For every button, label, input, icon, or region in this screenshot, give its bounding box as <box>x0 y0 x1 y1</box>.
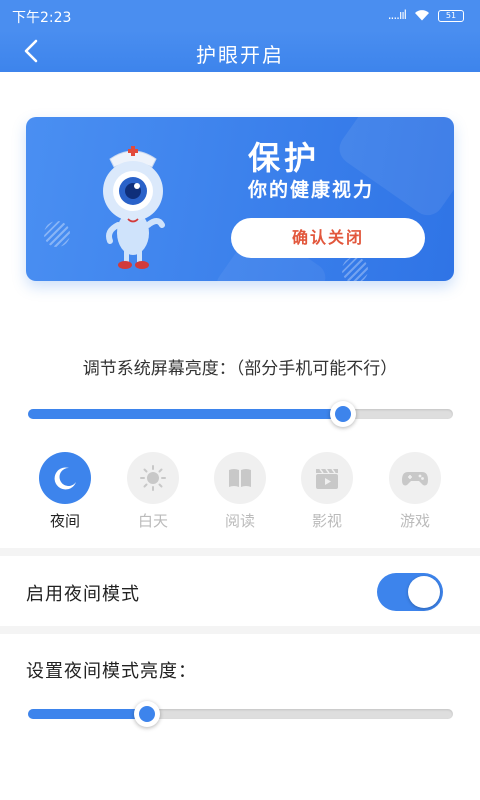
night-brightness-label: 设置夜间模式亮度： <box>26 661 197 682</box>
mode-icon-circle <box>301 452 353 504</box>
mode-label: 阅读 <box>224 512 255 530</box>
section-divider <box>0 548 480 556</box>
mode-label: 影视 <box>311 512 342 530</box>
night-brightness-slider[interactable] <box>28 701 453 727</box>
banner-dot-pattern <box>44 221 70 247</box>
night-mode-toggle[interactable] <box>377 573 443 611</box>
banner-decoration <box>333 117 454 222</box>
banner-dot-pattern <box>342 257 368 281</box>
mode-icon-circle <box>214 452 266 504</box>
sun-icon <box>140 465 166 491</box>
mode-night[interactable]: 夜间 <box>30 452 100 534</box>
banner-headline: 保护 <box>248 139 321 177</box>
mode-label: 游戏 <box>399 512 430 530</box>
night-mode-label: 启用夜间模式 <box>26 584 140 605</box>
gamepad-icon <box>402 472 428 486</box>
mode-label: 夜间 <box>49 512 80 530</box>
mode-icon-circle <box>127 452 179 504</box>
section-divider <box>0 626 480 634</box>
clapperboard-icon <box>316 468 338 489</box>
mode-reading[interactable]: 阅读 <box>205 452 275 534</box>
mode-selector: 夜间 白天 阅读 影视 游戏 <box>30 452 450 534</box>
slider-thumb[interactable] <box>330 401 356 427</box>
status-bar: 下午2:23 ....ııl 51 <box>0 0 480 30</box>
signal-icon: ....ııl <box>387 8 407 22</box>
slider-thumb[interactable] <box>134 701 160 727</box>
status-time: 下午2:23 <box>12 10 72 26</box>
wifi-icon <box>415 10 429 21</box>
banner-subline: 你的健康视力 <box>248 179 375 201</box>
slider-fill <box>28 409 343 419</box>
mode-game[interactable]: 游戏 <box>380 452 450 534</box>
battery-icon: 51 <box>438 10 464 22</box>
mode-day[interactable]: 白天 <box>118 452 188 534</box>
mode-label: 白天 <box>137 512 168 530</box>
moon-icon <box>54 467 76 490</box>
eye-mascot-icon <box>103 146 165 269</box>
mode-icon-circle <box>389 452 441 504</box>
confirm-close-button[interactable]: 确认关闭 <box>231 218 425 258</box>
toggle-knob <box>408 576 440 608</box>
system-brightness-slider[interactable] <box>28 401 453 427</box>
slider-fill <box>28 709 147 719</box>
mode-icon-circle <box>39 452 91 504</box>
system-brightness-label: 调节系统屏幕亮度：（部分手机可能不行） <box>82 359 398 379</box>
eye-protection-banner: 保护 你的健康视力 确认关闭 <box>26 117 454 281</box>
mode-video[interactable]: 影视 <box>292 452 362 534</box>
page-title: 护眼开启 <box>196 43 284 67</box>
header: 护眼开启 <box>0 30 480 72</box>
book-icon <box>229 469 251 487</box>
